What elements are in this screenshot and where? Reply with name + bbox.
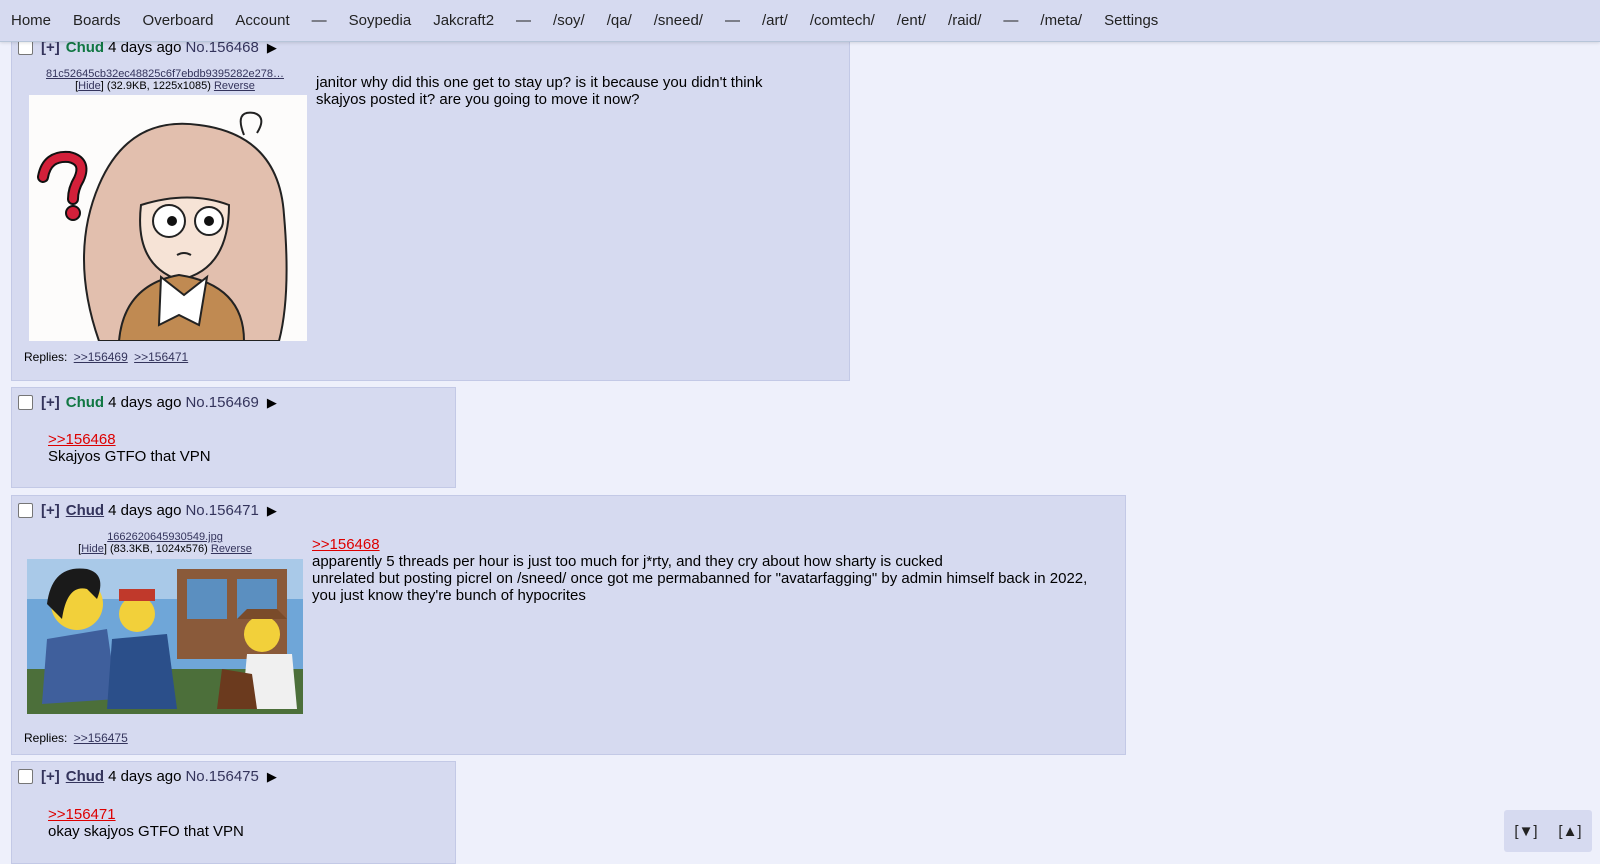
post-date: 4 days ago: [108, 394, 182, 411]
quote-link[interactable]: >>156471: [48, 806, 244, 823]
scroll-down-button[interactable]: [▼]: [1514, 823, 1537, 840]
nav-board-comtech[interactable]: /comtech/: [810, 12, 875, 29]
scroll-up-button[interactable]: [▲]: [1558, 823, 1581, 840]
post-text-line: janitor why did this one get to stay up?…: [316, 74, 763, 91]
file-info: 1662620645930549.jpg [Hide] (83.3KB, 102…: [45, 531, 285, 555]
post-text-line: Skajyos GTFO that VPN: [48, 448, 211, 465]
expand-button[interactable]: [+]: [41, 502, 60, 519]
hide-file-link[interactable]: Hide: [81, 543, 104, 555]
nav-overboard[interactable]: Overboard: [143, 12, 214, 29]
post-body: >>156468 Skajyos GTFO that VPN: [48, 431, 211, 465]
nav-separator: —: [1003, 12, 1019, 29]
hide-file-link[interactable]: Hide: [78, 80, 101, 92]
post-text-line: apparently 5 threads per hour is just to…: [312, 553, 943, 570]
top-navbar: Home Boards Overboard Account — Soypedia…: [0, 0, 1600, 42]
poster-name[interactable]: Chud: [66, 502, 104, 519]
file-meta: (83.3KB, 1024x576): [109, 543, 208, 555]
post-body: >>156471 okay skajyos GTFO that VPN: [48, 806, 244, 840]
nav-jakcraft2[interactable]: Jakcraft2: [433, 12, 494, 29]
post-body: janitor why did this one get to stay up?…: [316, 74, 762, 108]
post-body: >>156468 apparently 5 threads per hour i…: [312, 536, 1087, 604]
post-select-checkbox[interactable]: [18, 395, 33, 410]
nav-board-raid[interactable]: /raid/: [948, 12, 981, 29]
post-select-checkbox[interactable]: [18, 40, 33, 55]
post-156468: [+] Chud 4 days ago No.156468 ▶ 81c52645…: [11, 26, 850, 381]
file-name-link[interactable]: 1662620645930549.jpg: [45, 531, 285, 543]
expand-button[interactable]: [+]: [41, 768, 60, 785]
post-text-line: skajyos posted it? are you going to move…: [316, 91, 640, 108]
post-menu-arrow-icon[interactable]: ▶: [267, 503, 277, 519]
nav-separator: —: [516, 12, 532, 29]
replies-list: Replies: >>156469 >>156471: [24, 350, 188, 364]
replies-label: Replies:: [24, 350, 68, 364]
post-number[interactable]: No.156471: [185, 502, 258, 519]
nav-settings[interactable]: Settings: [1104, 12, 1158, 29]
file-meta: (32.9KB, 1225x1085): [106, 80, 211, 92]
post-date: 4 days ago: [108, 768, 182, 785]
replies-label: Replies:: [24, 731, 68, 745]
post-text-line: okay skajyos GTFO that VPN: [48, 823, 244, 840]
expand-button[interactable]: [+]: [41, 394, 60, 411]
post-select-checkbox[interactable]: [18, 769, 33, 784]
file-name-link[interactable]: 81c52645cb32ec48825c6f7ebdb9395282e278…: [45, 68, 285, 80]
post-thumbnail-image[interactable]: [29, 95, 307, 341]
reply-link[interactable]: >>156471: [134, 350, 188, 364]
reply-link[interactable]: >>156475: [74, 731, 128, 745]
nav-account[interactable]: Account: [235, 12, 289, 29]
nav-board-sneed[interactable]: /sneed/: [654, 12, 703, 29]
nav-home[interactable]: Home: [11, 12, 51, 29]
post-thumbnail-image[interactable]: [27, 559, 303, 714]
quote-link[interactable]: >>156468: [48, 431, 211, 448]
nav-boards[interactable]: Boards: [73, 12, 121, 29]
nav-board-art[interactable]: /art/: [762, 12, 788, 29]
post-text-line: you just know they're bunch of hypocrite…: [312, 587, 586, 604]
nav-board-ent[interactable]: /ent/: [897, 12, 926, 29]
nav-board-qa[interactable]: /qa/: [607, 12, 632, 29]
post-select-checkbox[interactable]: [18, 503, 33, 518]
nav-separator: —: [311, 12, 327, 29]
post-156475: [+] Chud 4 days ago No.156475 ▶ >>156471…: [11, 761, 456, 864]
post-156469: [+] Chud 4 days ago No.156469 ▶ >>156468…: [11, 387, 456, 488]
file-info: 81c52645cb32ec48825c6f7ebdb9395282e278… …: [45, 68, 285, 92]
post-number[interactable]: No.156469: [185, 394, 258, 411]
nav-board-meta[interactable]: /meta/: [1040, 12, 1082, 29]
reply-link[interactable]: >>156469: [74, 350, 128, 364]
reverse-search-link[interactable]: Reverse: [211, 543, 252, 555]
nav-separator: —: [724, 12, 740, 29]
replies-list: Replies: >>156475: [24, 731, 128, 745]
post-menu-arrow-icon[interactable]: ▶: [267, 769, 277, 785]
poster-name[interactable]: Chud: [66, 768, 104, 785]
nav-soypedia[interactable]: Soypedia: [349, 12, 412, 29]
post-date: 4 days ago: [108, 502, 182, 519]
scroll-controls: [▼] [▲]: [1504, 810, 1592, 852]
post-text-line: unrelated but posting picrel on /sneed/ …: [312, 570, 1088, 587]
quote-link[interactable]: >>156468: [312, 536, 1087, 553]
post-number[interactable]: No.156475: [185, 768, 258, 785]
reverse-search-link[interactable]: Reverse: [214, 80, 255, 92]
nav-board-soy[interactable]: /soy/: [553, 12, 585, 29]
post-156471: [+] Chud 4 days ago No.156471 ▶ 16626206…: [11, 495, 1126, 755]
poster-name: Chud: [65, 394, 105, 411]
post-menu-arrow-icon[interactable]: ▶: [267, 395, 277, 411]
